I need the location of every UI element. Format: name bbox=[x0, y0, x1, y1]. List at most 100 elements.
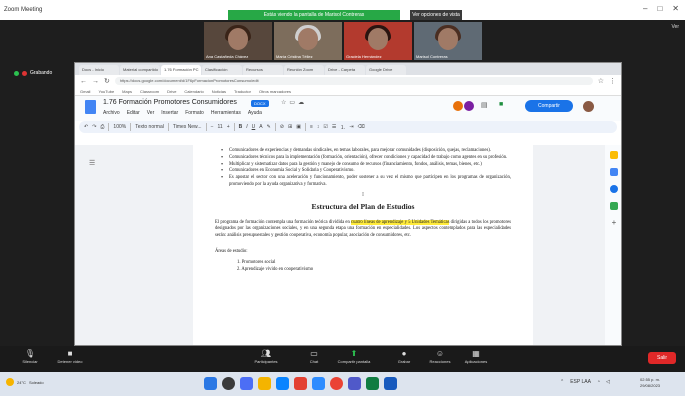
word-icon[interactable] bbox=[384, 377, 397, 390]
maps-icon[interactable] bbox=[610, 202, 618, 210]
view-options-button[interactable]: Ver opciones de vista bbox=[410, 10, 462, 20]
browser-tab[interactable]: Recursos bbox=[243, 65, 283, 75]
browser-tab[interactable]: Material compartido bbox=[120, 65, 160, 75]
address-bar[interactable]: https://docs.google.com/document/d/1F6pF… bbox=[114, 77, 593, 85]
bookmark[interactable]: YouTube bbox=[98, 89, 114, 94]
participant-tile[interactable]: María Cristina Téllez bbox=[274, 22, 342, 60]
excel-icon[interactable] bbox=[366, 377, 379, 390]
cloud-status-icon[interactable]: ☁ bbox=[298, 99, 304, 106]
chrome-icon[interactable] bbox=[330, 377, 343, 390]
star-icon[interactable]: ☆ bbox=[281, 99, 286, 106]
image-icon[interactable]: ▣ bbox=[296, 124, 301, 130]
numbered-list-icon[interactable]: ⒈ bbox=[340, 124, 345, 131]
zoom-app-icon[interactable] bbox=[312, 377, 325, 390]
back-icon[interactable]: ← bbox=[80, 78, 87, 85]
bookmark[interactable]: Classroom bbox=[140, 89, 159, 94]
participant-tile[interactable]: Marisol Contreras bbox=[414, 22, 482, 60]
apps-button[interactable]: ▦ Aplicaciones bbox=[454, 349, 498, 364]
add-addon-icon[interactable]: + bbox=[610, 219, 618, 227]
menu-herramientas[interactable]: Herramientas bbox=[211, 110, 241, 116]
start-icon[interactable] bbox=[204, 377, 217, 390]
document-page[interactable]: Comunicadores de experiencias y demandas… bbox=[193, 145, 533, 345]
bookmark[interactable]: Maps bbox=[122, 89, 132, 94]
menu-editar[interactable]: Editar bbox=[127, 110, 140, 116]
browser-tab[interactable]: Clasificación bbox=[202, 65, 242, 75]
style-select[interactable]: Texto normal bbox=[135, 124, 164, 130]
maximize-icon[interactable]: □ bbox=[657, 4, 662, 13]
tasks-icon[interactable] bbox=[610, 168, 618, 176]
bookmark[interactable]: Traductor bbox=[234, 89, 251, 94]
office-icon[interactable] bbox=[294, 377, 307, 390]
docs-logo-icon[interactable] bbox=[85, 100, 96, 114]
edge-icon[interactable] bbox=[276, 377, 289, 390]
chat-button[interactable]: ▭ Chat bbox=[292, 349, 336, 364]
menu-icon[interactable]: ⋮ bbox=[609, 77, 616, 85]
menu-insertar[interactable]: Insertar bbox=[161, 110, 178, 116]
search-icon[interactable] bbox=[222, 377, 235, 390]
stop-video-button[interactable]: ■ Detener video bbox=[48, 349, 92, 364]
redo-icon[interactable]: ↷ bbox=[92, 124, 96, 130]
browser-tab-active[interactable]: 1.76 Formación PC bbox=[161, 65, 201, 75]
wifi-icon[interactable]: ◔ bbox=[597, 379, 600, 385]
menu-ver[interactable]: Ver bbox=[147, 110, 155, 116]
comment-icon[interactable]: ▤ bbox=[481, 101, 488, 109]
file-explorer-icon[interactable] bbox=[258, 377, 271, 390]
menu-archivo[interactable]: Archivo bbox=[103, 110, 120, 116]
meet-icon[interactable]: ■ bbox=[499, 101, 503, 108]
weather-widget[interactable]: 24°C Soleado bbox=[6, 378, 44, 386]
contacts-icon[interactable] bbox=[610, 185, 618, 193]
line-spacing-icon[interactable]: ↕ bbox=[317, 124, 320, 130]
close-icon[interactable]: ✕ bbox=[672, 4, 679, 13]
forward-icon[interactable]: → bbox=[92, 78, 99, 85]
participants-button[interactable]: 👥︎ Participantes bbox=[244, 349, 288, 364]
highlight-icon[interactable]: ✎ bbox=[267, 124, 271, 130]
reload-icon[interactable]: ↻ bbox=[104, 77, 110, 85]
menu-ayuda[interactable]: Ayuda bbox=[248, 110, 262, 116]
mute-button[interactable]: 🎙︎ Silenciar bbox=[8, 349, 52, 364]
bookmark[interactable]: Otros marcadores bbox=[259, 89, 291, 94]
task-view-icon[interactable] bbox=[240, 377, 253, 390]
leave-meeting-button[interactable]: Salir bbox=[648, 352, 676, 364]
move-folder-icon[interactable]: ▭ bbox=[289, 99, 295, 106]
share-screen-button[interactable]: ⬆ Compartir pantalla bbox=[332, 349, 376, 364]
clear-format-icon[interactable]: ⌫ bbox=[358, 124, 365, 130]
browser-tab[interactable]: Reunión Zoom bbox=[284, 65, 324, 75]
participant-tile[interactable]: Ana Castañeda Chávez bbox=[204, 22, 272, 60]
teams-icon[interactable] bbox=[348, 377, 361, 390]
indent-icon[interactable]: ⇥ bbox=[349, 124, 353, 130]
font-size-increase-icon[interactable]: + bbox=[227, 124, 230, 130]
star-icon[interactable]: ☆ bbox=[598, 77, 604, 85]
chevron-up-icon[interactable]: ⌃ bbox=[560, 379, 564, 385]
outline-icon[interactable]: ☰ bbox=[89, 159, 95, 167]
view-button[interactable]: Ver bbox=[671, 24, 679, 30]
keep-icon[interactable] bbox=[610, 151, 618, 159]
user-avatar[interactable] bbox=[583, 101, 594, 112]
underline-icon[interactable]: U bbox=[252, 124, 256, 130]
minimize-icon[interactable]: – bbox=[643, 4, 647, 13]
text-color-icon[interactable]: A bbox=[259, 124, 262, 130]
avatar[interactable] bbox=[464, 101, 474, 111]
browser-tab[interactable]: Google Drive bbox=[366, 65, 406, 75]
bookmark[interactable]: Noticias bbox=[212, 89, 226, 94]
browser-tab[interactable]: Drive - Carpeta bbox=[325, 65, 365, 75]
bookmark[interactable]: Gmail bbox=[80, 89, 90, 94]
volume-icon[interactable]: ◁ bbox=[606, 379, 610, 385]
bookmark[interactable]: Calendario bbox=[184, 89, 203, 94]
print-icon[interactable]: ⎙ bbox=[100, 124, 104, 130]
align-icon[interactable]: ≡ bbox=[310, 124, 313, 130]
language-indicator[interactable]: ESP LAA bbox=[570, 379, 591, 385]
share-button[interactable]: Compartir bbox=[525, 100, 573, 112]
link-icon[interactable]: ⊘ bbox=[280, 124, 284, 130]
italic-icon[interactable]: I bbox=[246, 124, 247, 130]
participant-tile[interactable]: Graciela Hernández bbox=[344, 22, 412, 60]
checklist-icon[interactable]: ☑ bbox=[323, 124, 327, 130]
zoom-select[interactable]: 100% bbox=[113, 124, 126, 130]
doc-title[interactable]: 1.76 Formación Promotores Consumidores bbox=[103, 99, 237, 106]
font-size-decrease-icon[interactable]: − bbox=[211, 124, 214, 130]
font-select[interactable]: Times New... bbox=[173, 124, 202, 130]
menu-formato[interactable]: Formato bbox=[185, 110, 204, 116]
bullet-list-icon[interactable]: ☰ bbox=[332, 124, 336, 130]
undo-icon[interactable]: ↶ bbox=[84, 124, 88, 130]
comment-add-icon[interactable]: ⊞ bbox=[288, 124, 292, 130]
taskbar-clock[interactable]: 02:55 p. m. 29/08/2023 bbox=[640, 377, 660, 389]
